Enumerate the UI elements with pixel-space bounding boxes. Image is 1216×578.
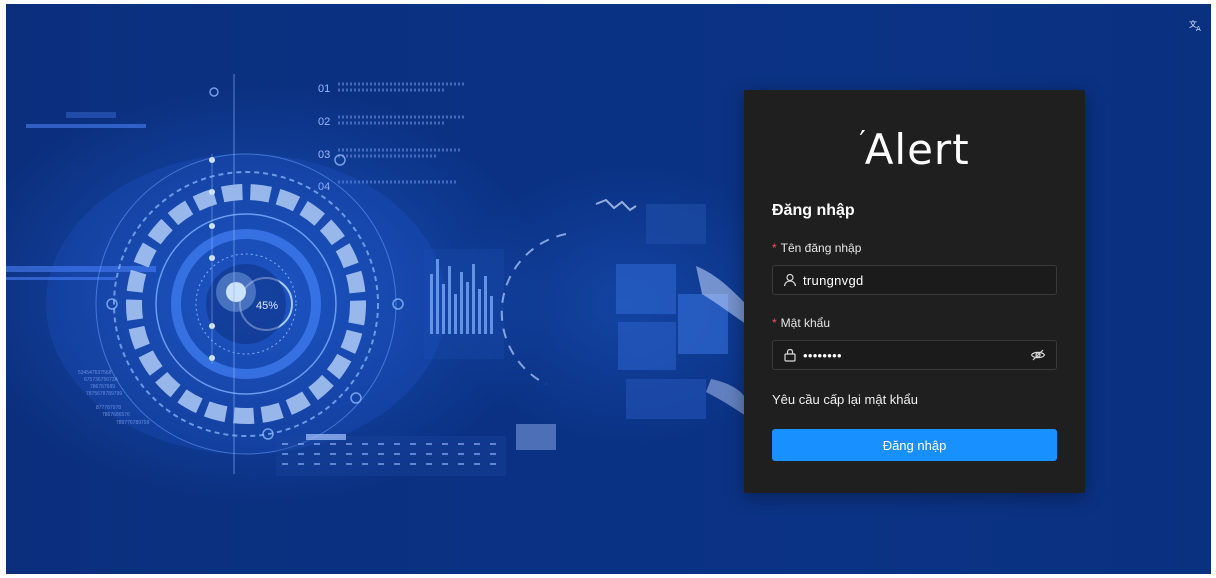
password-label: * Mật khẩu — [772, 316, 1057, 330]
username-input[interactable]: trungnvgd — [803, 273, 1046, 288]
lock-icon — [783, 348, 797, 362]
password-input[interactable]: •••••••• — [803, 348, 1030, 363]
login-page: 01 02 03 04 534547637568 67573675673A 78… — [6, 4, 1211, 574]
password-field[interactable]: •••••••• — [772, 340, 1057, 370]
username-field[interactable]: trungnvgd — [772, 265, 1057, 295]
line-number-02: 02 — [318, 116, 330, 128]
logo-text: Alert — [864, 125, 970, 174]
password-label-text: Mật khẩu — [780, 316, 831, 330]
hero-percent: 45% — [256, 300, 278, 312]
user-icon — [783, 273, 797, 287]
line-number-03: 03 — [318, 149, 330, 161]
translate-glyph: 文 A — [1189, 19, 1201, 32]
username-label-text: Tên đăng nhập — [780, 241, 862, 255]
login-card: ′Alert Đăng nhập * Tên đăng nhập trungnvg… — [744, 90, 1085, 493]
translate-icon[interactable]: 文 A — [1185, 14, 1207, 36]
login-title: Đăng nhập — [772, 202, 855, 219]
required-mark: * — [772, 316, 777, 330]
svg-text:A: A — [1196, 25, 1201, 32]
eye-invisible-icon[interactable] — [1030, 347, 1046, 363]
line-number-01: 01 — [318, 83, 330, 95]
app-logo: ′Alert — [772, 116, 1057, 174]
forgot-password-link[interactable]: Yêu cầu cấp lại mật khẩu — [772, 392, 918, 407]
login-button[interactable]: Đăng nhập — [772, 429, 1057, 461]
username-label: * Tên đăng nhập — [772, 241, 1057, 255]
required-mark: * — [772, 241, 777, 255]
